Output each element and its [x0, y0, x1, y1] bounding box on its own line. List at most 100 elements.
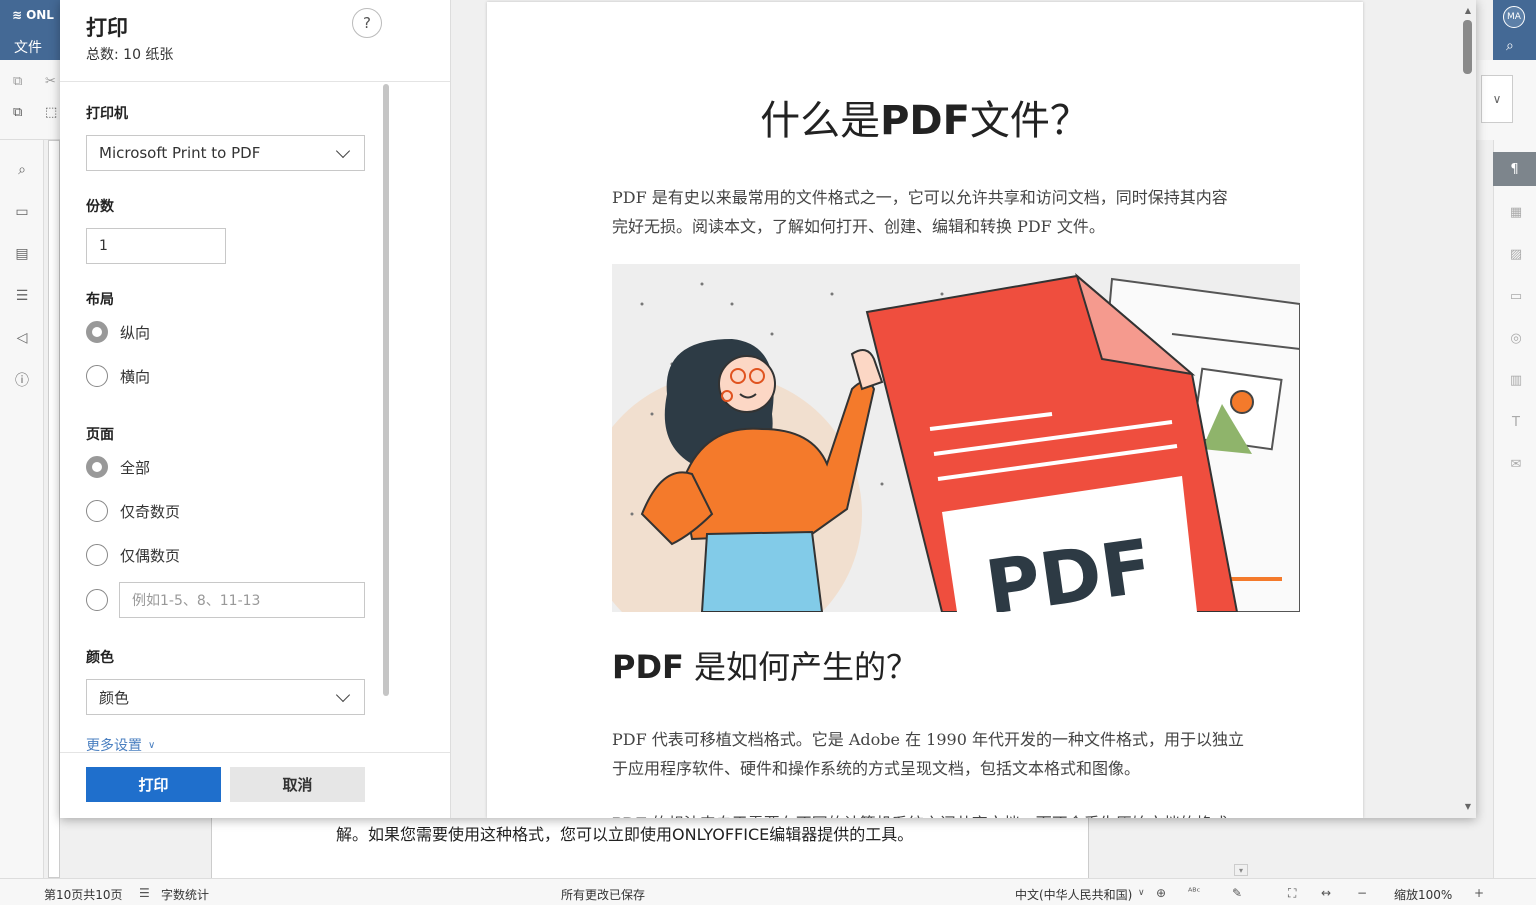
chevron-down-icon: ∨ [1492, 92, 1502, 106]
dialog-title: 打印 [86, 16, 128, 40]
zoom-level[interactable]: 缩放100% [1394, 886, 1452, 903]
title-suffix: 文件？ [969, 98, 1090, 144]
file-tab[interactable]: 文件 [14, 37, 42, 57]
chart-settings-icon[interactable]: ▥ [1506, 370, 1526, 390]
header-footer-icon[interactable]: ▭ [1506, 286, 1526, 306]
table-settings-icon[interactable]: ▦ [1506, 202, 1526, 222]
copies-label: 份数 [86, 199, 114, 215]
track-changes-icon[interactable]: ✎ [1232, 886, 1242, 900]
pages-all-option[interactable]: 全部 [86, 456, 150, 478]
scroll-down-icon[interactable]: ▾ [1234, 864, 1248, 876]
scroll-down-icon[interactable]: ▼ [1462, 800, 1474, 812]
help-button[interactable]: ? [352, 8, 382, 38]
printer-value: Microsoft Print to PDF [99, 144, 261, 162]
chat-icon[interactable]: ▤ [12, 244, 32, 264]
toolbar-left: ⧉ ✂ ⧉ ⬚ [0, 60, 60, 140]
chevron-down-icon[interactable]: ∨ [1138, 888, 1145, 898]
comment-icon[interactable]: ▭ [12, 202, 32, 222]
scroll-up-icon[interactable]: ▲ [1462, 4, 1474, 16]
pages-odd-option[interactable]: 仅奇数页 [86, 500, 180, 522]
header-search-icon[interactable]: ⌕ [1506, 38, 1514, 54]
avatar[interactable]: MA [1503, 6, 1525, 28]
fit-width-icon[interactable]: ↔ [1321, 886, 1331, 900]
portrait-label: 纵向 [120, 323, 151, 342]
language-selector[interactable]: 中文(中华人民共和国) [1015, 886, 1132, 903]
all-pages-label: 全部 [120, 458, 151, 477]
paragraph-line: PDF 代表可移植文档格式。它是 Adobe 在 1990 年代开发的一种文件格… [612, 730, 1244, 749]
print-dialog: 打印 总数: 10 纸张 ? 打印机 Microsoft Print to PD… [60, 0, 1476, 818]
chevron-down-icon [335, 143, 351, 158]
layout-landscape-option[interactable]: 横向 [86, 365, 150, 387]
title-bold: PDF [880, 98, 970, 144]
app-header: ≋ ONL 文件 [0, 0, 60, 60]
pages-range-option[interactable] [86, 589, 108, 611]
more-settings-link[interactable]: 更多设置 ∨ [86, 738, 155, 752]
divider [60, 81, 450, 82]
preview-title: 什么是PDF文件？ [487, 88, 1363, 146]
select-icon[interactable]: ⬚ [45, 105, 57, 120]
radio-unchecked[interactable] [86, 365, 108, 387]
sheet-count: 总数: 10 纸张 [86, 47, 174, 63]
printer-select[interactable]: Microsoft Print to PDF [86, 135, 365, 171]
chevron-down-icon: ∨ [148, 739, 156, 751]
divider [60, 752, 450, 753]
app-logo: ≋ ONL [12, 8, 54, 22]
chevron-down-icon [335, 687, 351, 702]
layout-portrait-option[interactable]: 纵向 [86, 321, 150, 343]
pages-even-option[interactable]: 仅偶数页 [86, 544, 180, 566]
image-settings-icon[interactable]: ▨ [1506, 244, 1526, 264]
paragraph-line: 完好无损。阅读本文，了解如何打开、创建、编辑和转换 PDF 文件。 [612, 217, 1105, 236]
cut-icon[interactable]: ✂ [45, 74, 56, 89]
textart-settings-icon[interactable]: T [1506, 412, 1526, 432]
vertical-ruler [48, 140, 60, 878]
statusbar: 第10页共10页 ☰ 字数统计 所有更改已保存 中文(中华人民共和国) ∨ ⊕ … [0, 878, 1536, 905]
heading-rest: 是如何产生的？ [683, 648, 919, 686]
page-info[interactable]: 第10页共10页 [44, 886, 123, 903]
zoom-in-icon[interactable]: + [1474, 886, 1484, 900]
print-button[interactable]: 打印 [86, 767, 221, 802]
save-status: 所有更改已保存 [561, 888, 646, 902]
paragraph-line: 于应用程序软件、硬件和操作系统的方式呈现文档，包括文本格式和图像。 [612, 759, 1141, 778]
spellcheck-icon[interactable]: ᴬᴮᶜ [1188, 887, 1200, 898]
preview-scrollbar[interactable] [1460, 0, 1476, 818]
radio-unchecked[interactable] [86, 500, 108, 522]
heading-bold: PDF [612, 648, 684, 686]
layout-label: 布局 [86, 292, 114, 308]
copies-input[interactable]: 1 [86, 228, 226, 264]
right-rail: ▦ ▨ ▭ ◎ ▥ T ✉ [1493, 140, 1536, 878]
navigation-icon[interactable]: ☰ [12, 286, 32, 306]
radio-checked[interactable] [86, 456, 108, 478]
color-label: 颜色 [86, 650, 114, 666]
shape-settings-icon[interactable]: ◎ [1506, 328, 1526, 348]
mail-merge-icon[interactable]: ✉ [1506, 454, 1526, 474]
search-icon[interactable]: ⌕ [12, 160, 32, 180]
paste-icon[interactable]: ⧉ [13, 105, 22, 120]
cancel-button[interactable]: 取消 [230, 767, 365, 802]
word-count[interactable]: 字数统计 [161, 886, 209, 903]
word-count-icon[interactable]: ☰ [139, 886, 150, 900]
feedback-icon[interactable]: ◁ [12, 328, 32, 348]
fit-page-icon[interactable]: ⛶ [1288, 886, 1296, 901]
paragraph-settings-icon[interactable]: ¶ [1493, 152, 1536, 186]
preview-paragraph-1: PDF 是有史以来最常用的文件格式之一，它可以允许共享和访问文档，同时保持其内容… [612, 183, 1302, 241]
preview-page: 什么是PDF文件？ PDF 是有史以来最常用的文件格式之一，它可以允许共享和访问… [487, 2, 1363, 818]
color-select[interactable]: 颜色 [86, 679, 365, 715]
info-icon[interactable]: ⓘ [12, 370, 32, 390]
preview-heading-2: PDF 是如何产生的？ [612, 642, 918, 688]
settings-scrollbar[interactable] [383, 84, 389, 696]
pdf-illustration: PDF [612, 264, 1300, 612]
globe-icon[interactable]: ⊕ [1156, 886, 1166, 900]
radio-unchecked[interactable] [86, 544, 108, 566]
even-pages-label: 仅偶数页 [120, 546, 181, 565]
style-dropdown-button[interactable]: ∨ [1481, 75, 1513, 123]
preview-scroll-thumb[interactable] [1463, 20, 1472, 74]
zoom-out-icon[interactable]: − [1357, 886, 1367, 900]
radio-unchecked[interactable] [86, 589, 108, 611]
color-value: 颜色 [99, 688, 130, 707]
more-settings-label: 更多设置 [86, 738, 142, 752]
radio-checked[interactable] [86, 321, 108, 343]
print-preview: 什么是PDF文件？ PDF 是有史以来最常用的文件格式之一，它可以允许共享和访问… [451, 0, 1476, 818]
page-range-input[interactable]: 例如1-5、8、11-13 [119, 582, 365, 618]
landscape-label: 横向 [120, 367, 151, 386]
copy-icon[interactable]: ⧉ [13, 74, 22, 89]
